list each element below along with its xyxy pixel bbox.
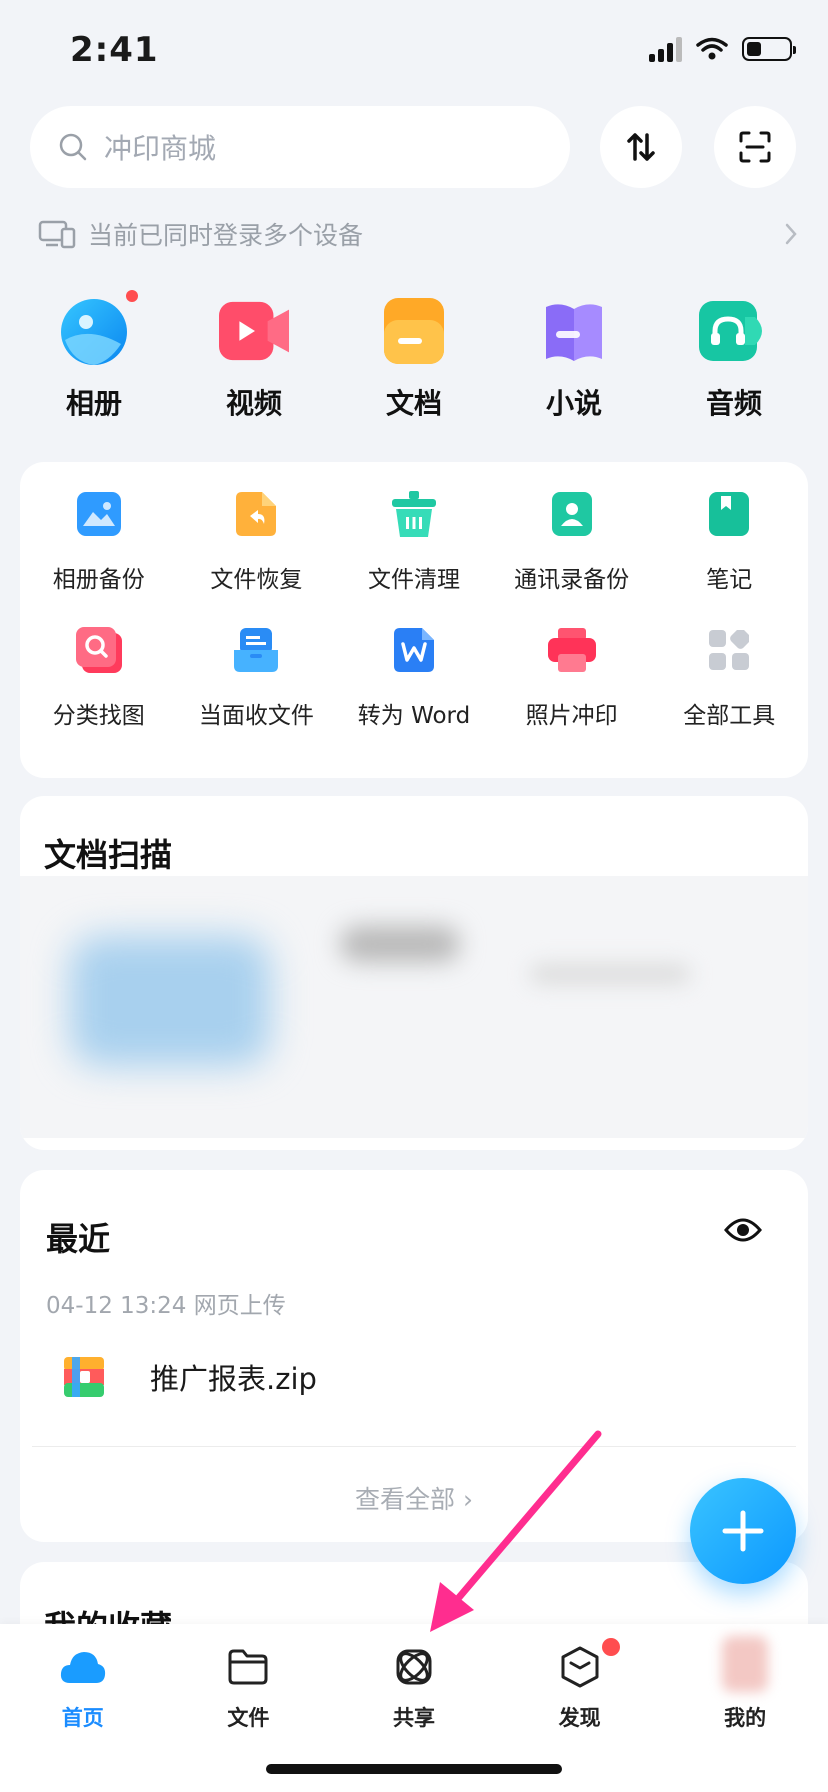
- search-placeholder: 冲印商城: [104, 132, 217, 165]
- avatar: [722, 1636, 769, 1692]
- nav-label: 文件: [227, 1706, 270, 1730]
- add-button[interactable]: [690, 1478, 796, 1584]
- share-orbit-icon: [391, 1644, 437, 1690]
- video-icon: [219, 296, 289, 366]
- recent-card: 最近 04-12 13:24 网页上传 推广报表.zip 查看全部 ›: [20, 1170, 808, 1542]
- battery-icon: [742, 37, 796, 61]
- nav-discover[interactable]: 发现: [510, 1638, 650, 1732]
- view-all-link[interactable]: 查看全部 ›: [20, 1480, 808, 1516]
- audio-icon: [699, 296, 769, 366]
- category-album[interactable]: 相册: [30, 290, 158, 422]
- file-clean-icon: [390, 490, 438, 538]
- nav-share[interactable]: 共享: [344, 1644, 484, 1732]
- tool-label: 相册备份: [52, 567, 145, 593]
- tool-contacts-backup[interactable]: 通讯录备份: [493, 490, 651, 594]
- tools-card: 相册备份 文件恢复 文件清理 通讯录备份 笔记 分类找图 当面收文件 转为 Wo…: [20, 462, 808, 778]
- new-badge-dot: [601, 1638, 620, 1656]
- nav-label: 共享: [392, 1706, 435, 1730]
- nav-me[interactable]: 我的: [675, 1636, 815, 1732]
- nav-label: 首页: [61, 1706, 104, 1730]
- scan-icon: [739, 131, 771, 163]
- tool-image-search[interactable]: 分类找图: [20, 626, 178, 730]
- category-label: 文档: [385, 387, 442, 420]
- cube-icon: [557, 1644, 603, 1690]
- receive-files-icon: [232, 626, 280, 674]
- nav-files[interactable]: 文件: [178, 1644, 318, 1732]
- recent-file-name: 推广报表.zip: [150, 1362, 317, 1396]
- status-time: 2:41: [70, 30, 159, 70]
- new-badge-dot: [126, 290, 138, 302]
- tool-file-restore[interactable]: 文件恢复: [178, 490, 336, 594]
- cloud-icon: [60, 1644, 106, 1690]
- notes-icon: [705, 490, 753, 538]
- zip-file-icon: [64, 1357, 104, 1397]
- home-indicator: [266, 1764, 562, 1774]
- doc-scan-card[interactable]: 文档扫描: [20, 796, 808, 1150]
- all-tools-icon: [705, 626, 753, 674]
- category-row: 相册 视频 文档 小说 音频: [30, 290, 798, 422]
- album-backup-icon: [75, 490, 123, 538]
- tool-label: 通讯录备份: [514, 567, 630, 593]
- cellular-signal-icon: [649, 36, 682, 62]
- category-document[interactable]: 文档: [350, 296, 478, 422]
- devices-icon: [38, 220, 76, 249]
- tool-label: 文件恢复: [210, 567, 303, 593]
- tool-receive-files[interactable]: 当面收文件: [178, 626, 336, 730]
- tool-all-tools[interactable]: 全部工具: [650, 626, 808, 730]
- file-restore-icon: [232, 490, 280, 538]
- device-login-notice[interactable]: 当前已同时登录多个设备: [38, 214, 798, 254]
- recent-title: 最近: [46, 1220, 111, 1258]
- photo-album-icon: [59, 296, 129, 366]
- nav-label: 发现: [558, 1706, 601, 1730]
- tool-label: 笔记: [706, 567, 753, 593]
- transfer-arrows-icon: [627, 133, 655, 161]
- image-search-icon: [75, 626, 123, 674]
- folder-icon: [225, 1644, 271, 1690]
- blurred-content: [20, 876, 808, 1138]
- category-label: 小说: [545, 387, 602, 420]
- tool-label: 文件清理: [367, 567, 460, 593]
- plus-icon: [722, 1510, 764, 1552]
- search-bar[interactable]: 冲印商城: [30, 106, 570, 188]
- tool-label: 分类找图: [52, 703, 145, 729]
- document-icon: [379, 296, 449, 366]
- category-audio[interactable]: 音频: [670, 296, 798, 422]
- tool-photo-print[interactable]: 照片冲印: [493, 626, 651, 730]
- tool-label: 转为 Word: [357, 703, 471, 729]
- divider: [32, 1446, 796, 1447]
- novel-icon: [539, 296, 609, 366]
- category-label: 视频: [225, 387, 282, 420]
- eye-icon[interactable]: [724, 1216, 762, 1244]
- transfer-button[interactable]: [600, 106, 682, 188]
- doc-scan-title: 文档扫描: [44, 836, 173, 874]
- device-notice-text: 当前已同时登录多个设备: [88, 221, 364, 250]
- nav-home[interactable]: 首页: [13, 1644, 153, 1732]
- contacts-backup-icon: [548, 490, 596, 538]
- scan-button[interactable]: [714, 106, 796, 188]
- status-icons: [649, 36, 796, 62]
- photo-print-icon: [547, 626, 596, 674]
- tool-label: 当面收文件: [198, 703, 314, 729]
- chevron-right-icon: [785, 223, 797, 245]
- category-label: 相册: [65, 387, 122, 420]
- tool-label: 照片冲印: [525, 703, 618, 729]
- nav-label: 我的: [724, 1706, 767, 1730]
- recent-file-row[interactable]: 推广报表.zip: [64, 1356, 317, 1398]
- tool-file-clean[interactable]: 文件清理: [335, 490, 493, 594]
- tool-notes[interactable]: 笔记: [650, 490, 808, 594]
- tool-label: 全部工具: [683, 703, 776, 729]
- recent-upload-meta: 04-12 13:24 网页上传: [46, 1293, 286, 1319]
- wifi-icon: [696, 37, 728, 60]
- category-video[interactable]: 视频: [190, 296, 318, 422]
- search-icon: [59, 133, 87, 161]
- tool-convert-word[interactable]: 转为 Word: [335, 626, 493, 730]
- category-label: 音频: [705, 387, 762, 420]
- tool-album-backup[interactable]: 相册备份: [20, 490, 178, 594]
- convert-word-icon: [390, 626, 438, 674]
- category-novel[interactable]: 小说: [510, 296, 638, 422]
